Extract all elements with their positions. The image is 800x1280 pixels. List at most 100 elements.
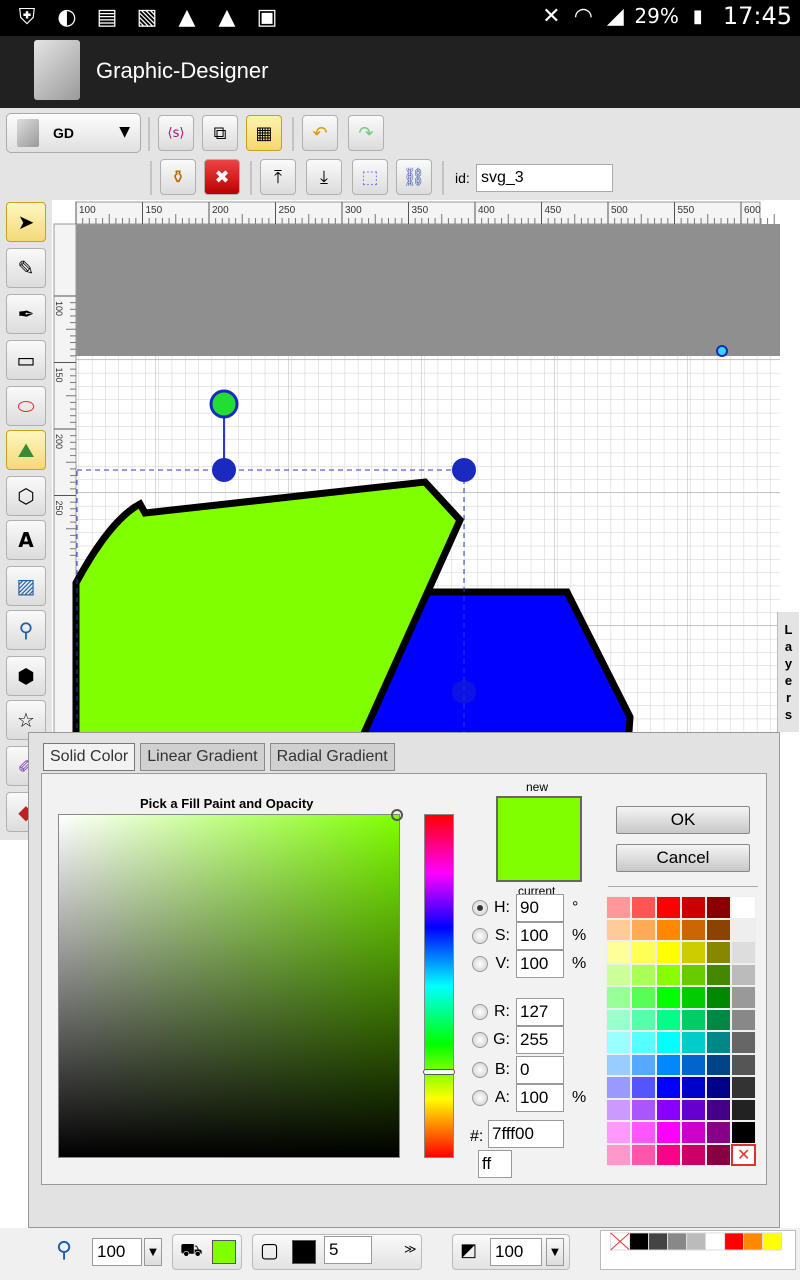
quick-palette-swatch[interactable] [743, 1232, 764, 1251]
pen-tool-button[interactable]: ✒ [6, 294, 46, 334]
palette-swatch[interactable] [631, 941, 656, 964]
palette-swatch[interactable] [681, 986, 706, 1009]
palette-swatch[interactable] [706, 1076, 731, 1099]
palette-swatch[interactable] [606, 1008, 631, 1031]
palette-swatch[interactable] [731, 963, 756, 986]
redo-button[interactable]: ↷ [348, 115, 384, 151]
palette-swatch[interactable] [631, 1008, 656, 1031]
layers-tab[interactable]: Layers [777, 612, 799, 732]
tab-linear-gradient[interactable]: Linear Gradient [140, 743, 265, 771]
palette-swatch[interactable] [706, 1143, 731, 1166]
tab-solid-color[interactable]: Solid Color [43, 743, 136, 771]
palette-swatch[interactable] [656, 941, 681, 964]
palette-swatch[interactable] [681, 1121, 706, 1144]
id-input[interactable] [476, 164, 613, 192]
palette-swatch[interactable] [631, 1076, 656, 1099]
palette-swatch[interactable] [706, 963, 731, 986]
palette-swatch[interactable] [656, 1053, 681, 1076]
palette-swatch[interactable] [606, 986, 631, 1009]
palette-swatch[interactable] [606, 1053, 631, 1076]
drawing-canvas[interactable]: 100 150 200 250 300 350 400 450 500 550 600 100 150… [52, 200, 780, 760]
palette-swatch[interactable] [681, 1143, 706, 1166]
zoom-tool-button[interactable]: ⚲ [6, 610, 46, 650]
palette-swatch[interactable] [606, 1098, 631, 1121]
path-node-handle[interactable] [716, 345, 728, 357]
palette-swatch[interactable] [656, 918, 681, 941]
palette-swatch[interactable] [706, 1053, 731, 1076]
cancel-button[interactable]: Cancel [616, 844, 750, 872]
quick-palette-swatch[interactable] [705, 1232, 726, 1251]
image-tool-button[interactable]: ▨ [6, 566, 46, 606]
palette-swatch[interactable] [656, 963, 681, 986]
palette-swatch[interactable] [631, 918, 656, 941]
group-button[interactable]: ⬚ [352, 159, 388, 195]
palette-swatch[interactable] [631, 1031, 656, 1054]
stamp-button[interactable]: ⚱ [160, 159, 196, 195]
field-radio[interactable] [472, 928, 488, 944]
palette-swatch[interactable] [631, 963, 656, 986]
palette-swatch[interactable] [706, 918, 731, 941]
palette-swatch[interactable] [731, 1121, 756, 1144]
field-input[interactable] [516, 922, 564, 950]
quick-palette-swatch[interactable] [762, 1232, 783, 1251]
move-to-bottom-button[interactable]: ⤓ [306, 159, 342, 195]
palette-swatch[interactable] [606, 941, 631, 964]
rect-tool-button[interactable]: ▭ [6, 340, 46, 380]
palette-swatch[interactable] [606, 963, 631, 986]
context-menu-button[interactable]: GD ▼ [6, 113, 141, 153]
palette-swatch[interactable] [731, 1076, 756, 1099]
sv-picker-ring[interactable] [391, 809, 403, 821]
select-tool-button[interactable]: ➤ [6, 202, 46, 242]
resize-handle-top-right[interactable] [452, 458, 476, 482]
quick-palette-swatch[interactable] [724, 1232, 745, 1251]
palette-swatch[interactable] [606, 1143, 631, 1166]
palette-swatch[interactable] [606, 896, 631, 919]
palette-swatch[interactable] [631, 1098, 656, 1121]
palette-swatch[interactable] [656, 1098, 681, 1121]
resize-handle-right[interactable] [452, 680, 476, 704]
field-input[interactable] [516, 950, 564, 978]
palette-swatch[interactable] [731, 1031, 756, 1054]
palette-swatch[interactable] [606, 1076, 631, 1099]
stroke-color-swatch[interactable] [292, 1240, 316, 1264]
zoom-input[interactable] [92, 1238, 142, 1266]
grid-toggle-button[interactable]: ▦ [246, 115, 282, 151]
tab-radial-gradient[interactable]: Radial Gradient [269, 743, 395, 771]
field-radio[interactable] [472, 900, 488, 916]
move-to-top-button[interactable]: ⤒ [260, 159, 296, 195]
palette-swatch[interactable] [606, 1121, 631, 1144]
palette-swatch[interactable] [731, 1053, 756, 1076]
zoom-dropdown-button[interactable]: ▼ [144, 1238, 162, 1266]
opacity-dropdown-button[interactable]: ▼ [546, 1238, 564, 1266]
palette-swatch[interactable] [681, 941, 706, 964]
palette-swatch[interactable] [631, 986, 656, 1009]
field-input[interactable] [516, 998, 564, 1026]
text-tool-button[interactable]: A [6, 520, 46, 560]
app-logo[interactable] [34, 40, 80, 100]
field-radio[interactable] [472, 1090, 488, 1106]
palette-swatch[interactable] [631, 1121, 656, 1144]
field-input[interactable] [516, 1084, 564, 1112]
palette-swatch[interactable] [706, 1098, 731, 1121]
field-input[interactable] [516, 1026, 564, 1054]
palette-swatch[interactable] [706, 986, 731, 1009]
palette-swatch[interactable] [706, 1008, 731, 1031]
alpha-hex-input[interactable] [478, 1150, 512, 1178]
palette-swatch[interactable] [656, 986, 681, 1009]
rotate-handle[interactable] [209, 389, 239, 419]
palette-swatch[interactable] [706, 941, 731, 964]
hex-input[interactable] [488, 1120, 564, 1148]
palette-swatch[interactable] [731, 986, 756, 1009]
palette-swatch[interactable] [681, 1053, 706, 1076]
link-button[interactable]: ⛓ [396, 159, 432, 195]
palette-swatch[interactable] [681, 1076, 706, 1099]
palette-swatch[interactable] [681, 1098, 706, 1121]
palette-swatch[interactable] [706, 1031, 731, 1054]
palette-swatch[interactable] [631, 1053, 656, 1076]
palette-swatch[interactable] [681, 896, 706, 919]
palette-swatch[interactable] [731, 1008, 756, 1031]
polygon-tool-button[interactable]: ⬡ [6, 476, 46, 516]
ellipse-tool-button[interactable]: ⬭ [6, 386, 46, 426]
field-radio[interactable] [472, 956, 488, 972]
path-tool-button[interactable]: ⛰ [6, 430, 46, 470]
